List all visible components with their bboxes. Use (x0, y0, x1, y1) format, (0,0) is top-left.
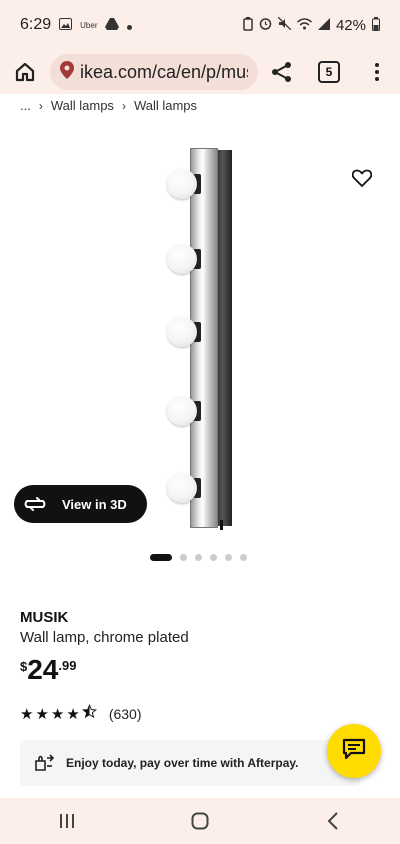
breadcrumb-item[interactable]: Wall lamps (134, 98, 197, 113)
rotate-3d-icon (22, 491, 48, 517)
notification-dot-icon (127, 18, 133, 33)
view-in-3d-label: View in 3D (62, 496, 127, 512)
system-nav-bar (0, 798, 400, 844)
carousel-dot[interactable] (225, 554, 232, 561)
product-description: Wall lamp, chrome plated (20, 629, 189, 646)
lamp-bulb (167, 317, 197, 347)
status-time: 6:29 (20, 16, 52, 33)
star-icon: ★ (35, 705, 49, 723)
menu-dot (375, 77, 379, 81)
home-nav-icon[interactable] (180, 806, 220, 836)
drive-icon (105, 17, 120, 33)
battery-icon (372, 16, 380, 34)
url-text[interactable]: ikea.com/ca/en/p/mus (80, 62, 248, 83)
carousel-dot[interactable] (180, 554, 187, 561)
share-icon[interactable] (268, 58, 296, 86)
back-icon[interactable] (313, 806, 353, 836)
uber-notification-label: Uber (80, 20, 98, 30)
alarm-icon (259, 17, 272, 33)
carousel-dot[interactable] (195, 554, 202, 561)
recent-apps-icon[interactable] (47, 806, 87, 836)
carousel-indicator (150, 554, 247, 561)
product-price: $ 24 .99 (20, 655, 76, 685)
breadcrumb-ellipsis[interactable]: ... (20, 98, 31, 113)
rating-count[interactable]: (630) (109, 706, 142, 722)
lamp-bulb (167, 244, 197, 274)
mute-icon (277, 16, 292, 33)
chevron-right-icon: › (38, 98, 43, 113)
status-right: 42% (243, 16, 380, 34)
star-icon: ★ (66, 705, 80, 723)
signal-icon (317, 17, 330, 33)
gallery-icon (59, 17, 73, 33)
afterpay-banner[interactable]: Enjoy today, pay over time with Afterpay… (20, 740, 360, 786)
menu-dot (375, 63, 379, 67)
tab-count-button[interactable]: 5 (318, 61, 340, 83)
chat-button[interactable] (327, 724, 381, 778)
home-icon[interactable] (12, 59, 38, 85)
status-left: 6:29 Uber (20, 16, 133, 34)
location-pin-icon[interactable] (60, 60, 74, 84)
star-icon: ★ (20, 705, 34, 723)
product-name: MUSIK (20, 609, 69, 626)
breadcrumb-item[interactable]: Wall lamps (51, 98, 114, 113)
heart-icon[interactable] (350, 166, 374, 190)
chat-icon (342, 738, 366, 765)
star-icon: ★ (50, 705, 65, 723)
browser-toolbar: ikea.com/ca/en/p/mus 5 (0, 50, 400, 94)
lamp-backplate (216, 150, 232, 526)
lamp-bulb (167, 169, 197, 199)
chevron-right-icon: › (121, 98, 126, 113)
carousel-dot[interactable] (240, 554, 247, 561)
lamp-bulb (167, 473, 197, 503)
carousel-dot-active[interactable] (150, 554, 172, 561)
status-bar: 6:29 Uber 42% (0, 0, 400, 50)
price-currency: $ (20, 659, 28, 674)
lamp-bulb (167, 396, 197, 426)
menu-dot (375, 70, 379, 74)
battery-saver-icon (243, 16, 253, 34)
afterpay-text: Enjoy today, pay over time with Afterpay… (66, 756, 299, 770)
lamp-cable (220, 520, 223, 530)
price-decimals: .99 (58, 658, 77, 673)
product-rating[interactable]: ★ ★ ★ ★ (630) (20, 704, 142, 723)
breadcrumb: ... › Wall lamps › Wall lamps (20, 98, 197, 113)
carousel-dot[interactable] (210, 554, 217, 561)
half-star-icon (81, 704, 97, 723)
price-integer: 24 (27, 654, 59, 685)
more-vert-icon[interactable] (368, 58, 386, 86)
view-in-3d-button[interactable]: View in 3D (14, 485, 147, 523)
address-bar[interactable]: ikea.com/ca/en/p/mus (50, 54, 258, 90)
afterpay-icon (32, 751, 56, 775)
wifi-icon (296, 17, 312, 33)
battery-percent: 42% (335, 16, 366, 34)
